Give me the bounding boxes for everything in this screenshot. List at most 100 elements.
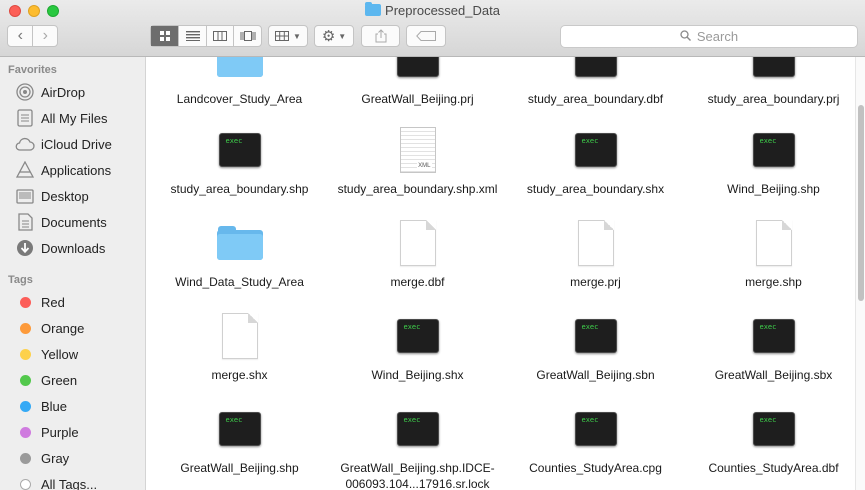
- orange-tag-icon: [19, 322, 31, 334]
- document-file-icon: [744, 213, 804, 273]
- sidebar-item-documents[interactable]: Documents: [0, 209, 145, 235]
- file-item[interactable]: exec GreatWall_Beijing.shp: [152, 399, 327, 476]
- tag-label: All Tags...: [41, 476, 98, 490]
- all-tags-icon: [19, 478, 31, 490]
- exec-label: exec: [225, 416, 243, 424]
- view-mode-selector: [150, 25, 262, 47]
- file-item[interactable]: exec GreatWall_Beijing.shp.IDCE-006093.10…: [330, 399, 505, 490]
- executable-file-icon: exec: [388, 57, 448, 90]
- file-item[interactable]: exec study_area_boundary.shx: [508, 120, 683, 197]
- action-menu-button[interactable]: ⚙ ▼: [314, 25, 354, 47]
- sidebar-all-tags[interactable]: All Tags...: [0, 471, 145, 490]
- exec-label: exec: [403, 416, 421, 424]
- sidebar-item-icloud-drive[interactable]: iCloud Drive: [0, 131, 145, 157]
- search-field[interactable]: Search: [560, 25, 858, 48]
- column-view-icon: [213, 31, 228, 41]
- file-item[interactable]: exec study_area_boundary.shp: [152, 120, 327, 197]
- sidebar-tag-red[interactable]: Red: [0, 289, 145, 315]
- sidebar-item-label: Documents: [41, 214, 107, 230]
- back-button[interactable]: ‹: [8, 26, 32, 46]
- column-view-button[interactable]: [205, 26, 234, 46]
- file-name: study_area_boundary.shp.xml: [337, 182, 498, 196]
- search-icon: [680, 29, 691, 44]
- gray-tag-icon: [19, 452, 31, 464]
- purple-tag-icon: [19, 426, 31, 438]
- cloud-icon: [14, 137, 36, 151]
- sidebar-tag-purple[interactable]: Purple: [0, 419, 145, 445]
- file-name: GreatWall_Beijing.sbx: [714, 368, 833, 382]
- file-name: Landcover_Study_Area: [176, 92, 303, 106]
- finder-window: Preprocessed_Data ‹ › ▼ ⚙ ▼ Search Favor…: [0, 0, 865, 490]
- file-name: study_area_boundary.prj: [707, 92, 840, 106]
- file-item[interactable]: exec GreatWall_Beijing.sbn: [508, 306, 683, 383]
- share-button[interactable]: [361, 25, 400, 47]
- file-item[interactable]: exec study_area_boundary.dbf: [508, 57, 683, 107]
- sidebar-item-label: iCloud Drive: [41, 136, 112, 152]
- sidebar-tag-gray[interactable]: Gray: [0, 445, 145, 471]
- arrange-button[interactable]: ▼: [268, 25, 308, 47]
- exec-label: exec: [403, 323, 421, 331]
- executable-file-icon: exec: [566, 120, 626, 180]
- sidebar-item-downloads[interactable]: Downloads: [0, 235, 145, 261]
- vertical-scrollbar[interactable]: [855, 57, 865, 490]
- green-tag-icon: [19, 374, 31, 386]
- forward-button[interactable]: ›: [32, 26, 57, 46]
- file-item[interactable]: exec GreatWall_Beijing.sbx: [686, 306, 861, 383]
- blue-tag-icon: [19, 400, 31, 412]
- sidebar-item-airdrop[interactable]: AirDrop: [0, 79, 145, 105]
- executable-file-icon: exec: [566, 306, 626, 366]
- tag-icon: [416, 31, 436, 41]
- edit-tags-button[interactable]: [406, 25, 446, 47]
- sidebar-item-desktop[interactable]: Desktop: [0, 183, 145, 209]
- document-file-icon: [210, 306, 270, 366]
- sidebar: Favorites AirDrop All My Files iCloud Dr…: [0, 57, 146, 490]
- file-item[interactable]: exec GreatWall_Beijing.prj: [330, 57, 505, 107]
- folder-icon: [210, 57, 270, 90]
- list-view-button[interactable]: [178, 26, 206, 46]
- sidebar-tag-yellow[interactable]: Yellow: [0, 341, 145, 367]
- applications-icon: [14, 161, 36, 179]
- executable-file-icon: exec: [744, 120, 804, 180]
- file-item[interactable]: XML study_area_boundary.shp.xml: [330, 120, 505, 197]
- executable-file-icon: exec: [744, 306, 804, 366]
- file-name: merge.dbf: [390, 275, 445, 289]
- file-item[interactable]: merge.shx: [152, 306, 327, 383]
- file-name: GreatWall_Beijing.shp.IDCE-006093.104...…: [340, 461, 495, 490]
- downloads-icon: [14, 239, 36, 257]
- file-item[interactable]: Landcover_Study_Area: [152, 57, 327, 107]
- file-name: Counties_StudyArea.cpg: [529, 461, 662, 475]
- airdrop-icon: [14, 83, 36, 101]
- icon-view-button[interactable]: [151, 26, 179, 46]
- file-item[interactable]: merge.prj: [508, 213, 683, 290]
- title-bar: Preprocessed_Data ‹ › ▼ ⚙ ▼ Search: [0, 0, 865, 57]
- sidebar-item-applications[interactable]: Applications: [0, 157, 145, 183]
- chevron-down-icon: ▼: [293, 31, 301, 41]
- tag-label: Red: [41, 294, 65, 310]
- file-item[interactable]: exec Wind_Beijing.shx: [330, 306, 505, 383]
- tag-label: Orange: [41, 320, 85, 336]
- executable-file-icon: exec: [210, 399, 270, 459]
- desktop-icon: [14, 188, 36, 204]
- file-item[interactable]: exec Wind_Beijing.shp: [686, 120, 861, 197]
- file-name: study_area_boundary.shx: [526, 182, 665, 196]
- executable-file-icon: exec: [744, 57, 804, 90]
- file-item[interactable]: Wind_Data_Study_Area: [152, 213, 327, 290]
- executable-file-icon: exec: [566, 399, 626, 459]
- sidebar-tag-blue[interactable]: Blue: [0, 393, 145, 419]
- favorites-header: Favorites: [8, 64, 57, 76]
- file-item[interactable]: merge.dbf: [330, 213, 505, 290]
- file-item[interactable]: exec study_area_boundary.prj: [686, 57, 861, 107]
- sidebar-item-all-my-files[interactable]: All My Files: [0, 105, 145, 131]
- file-item[interactable]: exec Counties_StudyArea.cpg: [508, 399, 683, 476]
- exec-label: exec: [759, 137, 777, 145]
- file-item[interactable]: exec Counties_StudyArea.dbf: [686, 399, 861, 476]
- chevron-down-icon: ▼: [338, 31, 347, 41]
- scrollbar-thumb[interactable]: [858, 105, 864, 301]
- sidebar-tag-green[interactable]: Green: [0, 367, 145, 393]
- file-grid: Landcover_Study_AreaexecGreatWall_Beijin…: [147, 57, 865, 490]
- sidebar-tag-orange[interactable]: Orange: [0, 315, 145, 341]
- file-name: GreatWall_Beijing.shp: [180, 461, 299, 475]
- cover-flow-view-button[interactable]: [233, 26, 261, 46]
- file-item[interactable]: merge.shp: [686, 213, 861, 290]
- yellow-tag-icon: [19, 348, 31, 360]
